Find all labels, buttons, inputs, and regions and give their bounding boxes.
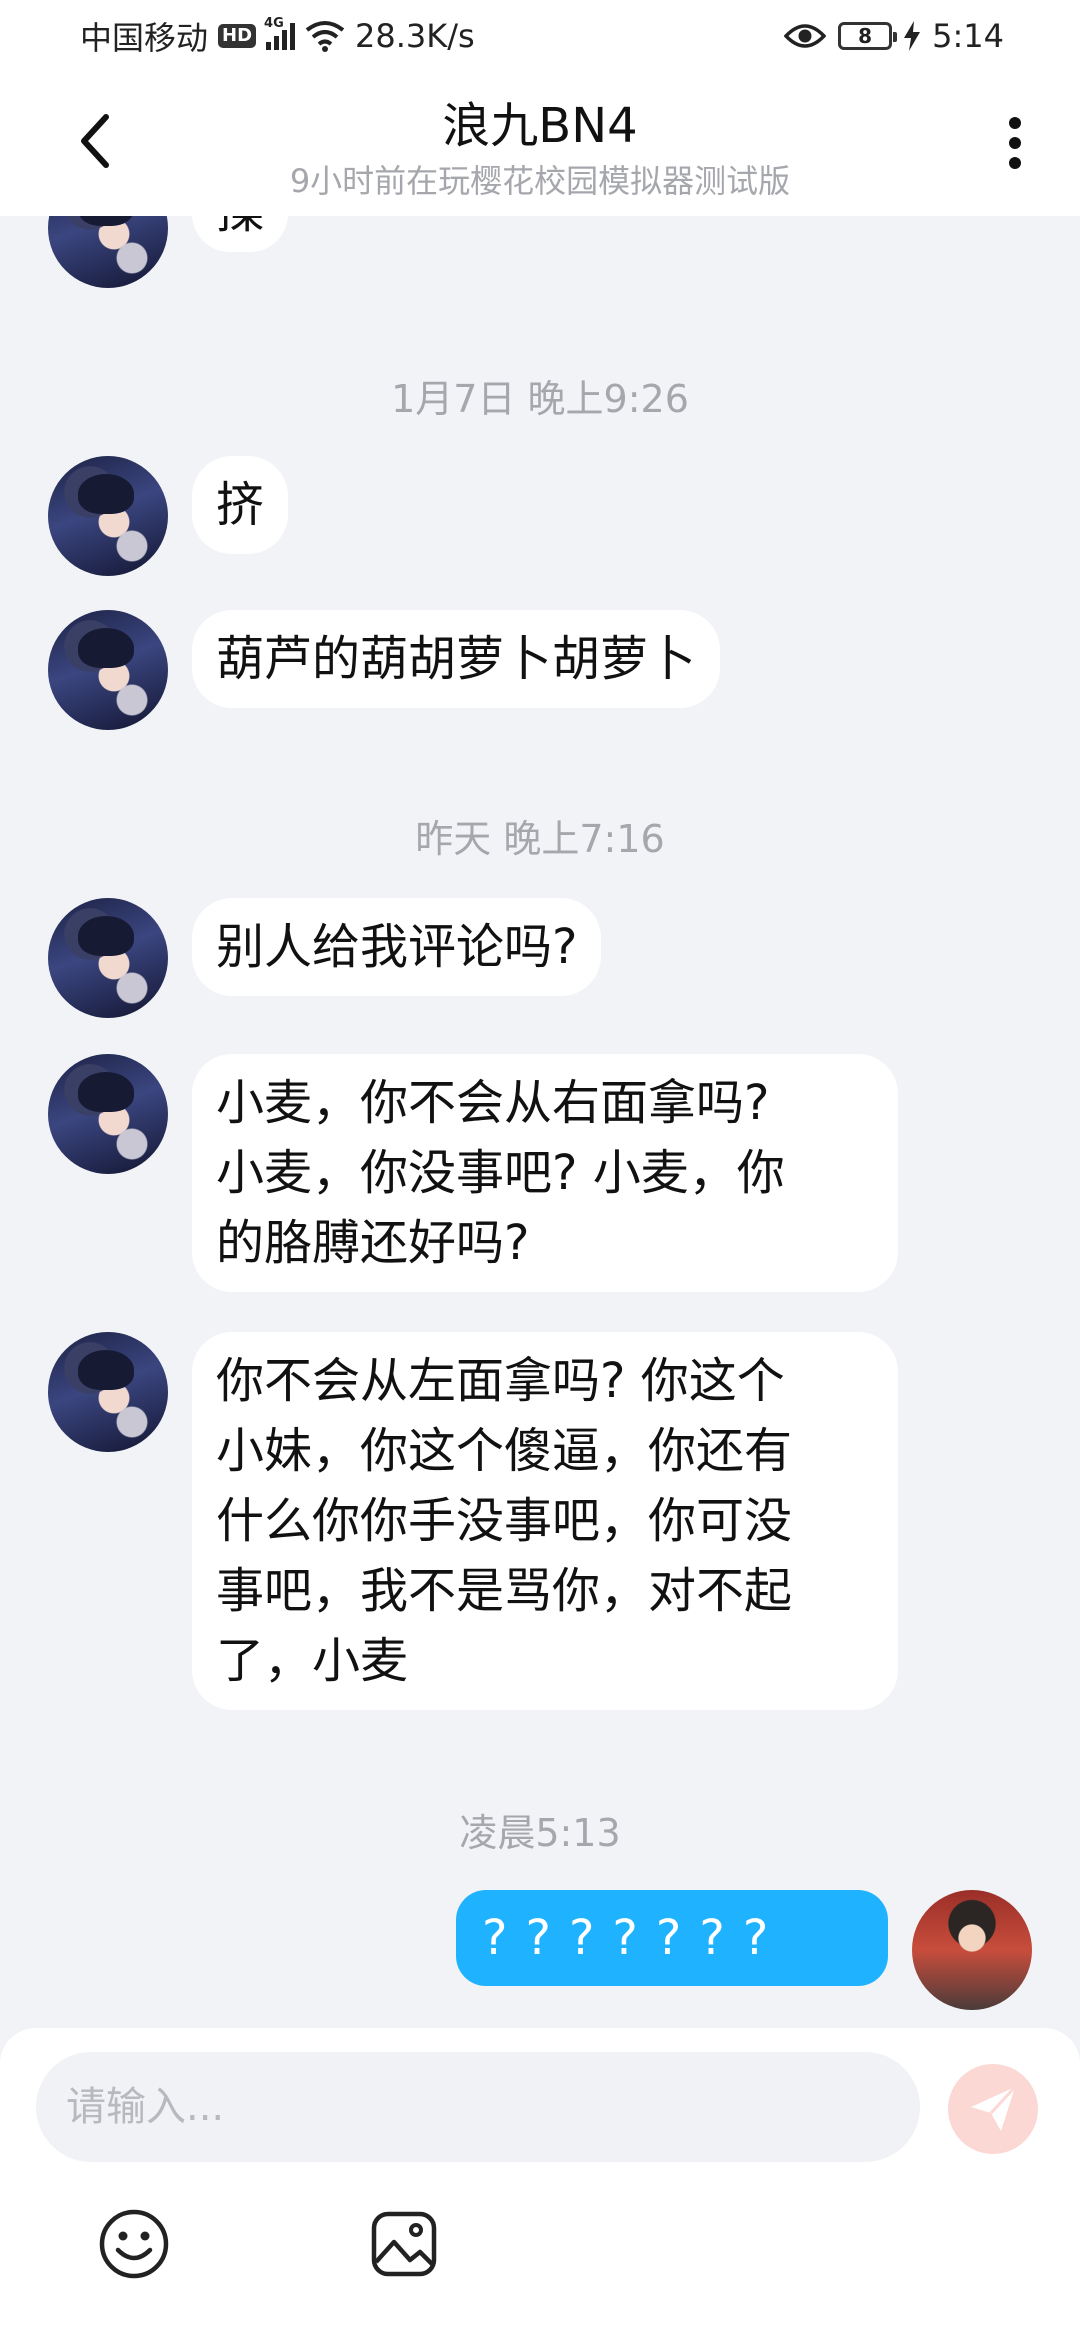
status-left: 中国移动 HD 4G 28.3K/s [80, 14, 475, 58]
timestamp: 凌晨5:13 [459, 1811, 621, 1855]
status-bar: 中国移动 HD 4G 28.3K/s 8 5:14 [0, 0, 1080, 72]
network-type: 4G [264, 16, 284, 31]
emoji-icon [99, 2209, 169, 2279]
message-bubble[interactable]: 小麦，你不会从右面拿吗? 小麦，你没事吧? 小麦，你 的胳膊还好吗? [192, 1054, 898, 1292]
image-button[interactable] [364, 2204, 444, 2284]
avatar[interactable] [48, 898, 168, 1018]
message-text: 挤 [216, 477, 265, 533]
status-right: 8 5:14 [784, 14, 1004, 58]
message-line: 的胳膊还好吗? [216, 1215, 530, 1271]
avatar[interactable] [48, 610, 168, 730]
message-line: 什么你你手没事吧，你可没 [216, 1493, 793, 1549]
charging-icon [904, 21, 921, 51]
clock: 5:14 [932, 17, 1004, 55]
message-list[interactable]: 揉 1月7日 晚上9:26 挤 葫芦的葫胡萝卜胡萝卜 昨天 晚上7:16 别人给… [0, 216, 1080, 2028]
message-bubble[interactable]: 别人给我评论吗? [192, 898, 602, 996]
message-bubble[interactable]: 挤 [192, 456, 289, 554]
my-avatar[interactable] [912, 1890, 1032, 2010]
more-vertical-icon [1009, 117, 1021, 169]
carrier-label: 中国移动 [80, 19, 209, 57]
more-options-button[interactable] [980, 108, 1050, 178]
message-bubble[interactable]: 葫芦的葫胡萝卜胡萝卜 [192, 610, 721, 708]
chat-header: 浪九BN4 9小时前在玩樱花校园模拟器测试版 [0, 72, 1080, 216]
message-line: 小麦，你不会从右面拿吗? [216, 1075, 770, 1131]
message-text: 揉 [216, 216, 264, 239]
eye-icon [784, 24, 827, 48]
message-line: 了，小麦 [216, 1633, 409, 1689]
send-icon [971, 2085, 1017, 2131]
avatar[interactable] [48, 456, 168, 576]
emoji-button[interactable] [94, 2204, 174, 2284]
timestamp: 昨天 晚上7:16 [415, 817, 665, 861]
message-line: 小妹，你这个傻逼，你还有 [216, 1423, 793, 1479]
contact-status: 9小时前在玩樱花校园模拟器测试版 [289, 162, 791, 200]
sent-message-bubble[interactable]: ??????? [456, 1890, 888, 1986]
avatar[interactable] [48, 1332, 168, 1452]
message-line: 小麦，你没事吧? 小麦，你 [216, 1145, 785, 1201]
send-button[interactable] [948, 2064, 1038, 2154]
contact-name: 浪九BN4 [442, 98, 638, 154]
message-text: ??????? [482, 1910, 787, 1966]
avatar[interactable] [48, 1054, 168, 1174]
message-text: 葫芦的葫胡萝卜胡萝卜 [216, 631, 697, 687]
wifi-icon [305, 21, 345, 52]
message-input[interactable] [36, 2052, 920, 2162]
hd-badge: HD [218, 24, 257, 48]
signal-icon: 4G [264, 16, 296, 50]
network-speed: 28.3K/s [355, 17, 475, 55]
image-icon [371, 2211, 437, 2277]
message-line: 你不会从左面拿吗? 你这个 [216, 1353, 785, 1409]
avatar[interactable] [48, 216, 168, 288]
battery-icon: 8 [838, 22, 898, 50]
timestamp: 1月7日 晚上9:26 [391, 377, 689, 421]
battery-level: 8 [858, 24, 873, 48]
message-text: 别人给我评论吗? [216, 919, 578, 975]
message-composer [0, 2028, 1080, 2340]
message-bubble[interactable]: 你不会从左面拿吗? 你这个 小妹，你这个傻逼，你还有 什么你你手没事吧，你可没 … [192, 1332, 898, 1710]
message-bubble[interactable]: 揉 [192, 216, 289, 252]
message-line: 事吧，我不是骂你，对不起 [216, 1563, 793, 1619]
